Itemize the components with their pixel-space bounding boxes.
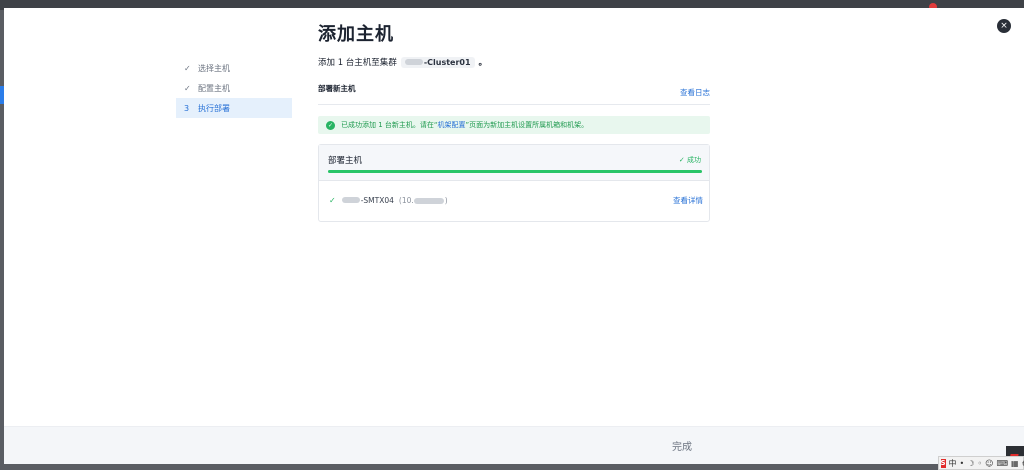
view-detail-link[interactable]: 查看详情: [673, 195, 703, 206]
rack-config-link[interactable]: 机架配置: [438, 120, 466, 130]
step-configure-host: ✓ 配置主机: [176, 78, 292, 98]
deploy-card-header: 部署主机 ✓ 成功: [319, 145, 709, 181]
emoji-icon[interactable]: ☺: [985, 459, 993, 468]
progress-bar: [328, 170, 702, 173]
status-text: 成功: [687, 156, 701, 164]
check-icon: ✓: [678, 156, 685, 164]
view-log-link[interactable]: 查看日志: [680, 87, 710, 98]
step-number: 3: [184, 103, 190, 113]
banner-text-before: 已成功添加 1 台新主机。请在“: [341, 121, 438, 129]
add-host-modal: × ✓ 选择主机 ✓ 配置主机 3 执行部署 添加主机 添加 1 台主机至集群 …: [4, 8, 1024, 464]
redacted-text: [341, 197, 360, 203]
deploy-card-title: 部署主机: [328, 156, 363, 166]
status-badge: ✓ 成功: [679, 155, 701, 165]
success-banner: ✓ 已成功添加 1 台新主机。请在“ 机架配置 ”页面为新加主机设置所属机箱和机…: [318, 116, 710, 134]
step-select-host: ✓ 选择主机: [176, 58, 292, 78]
page-subtitle: 添加 1 台主机至集群 -Cluster01 。: [318, 56, 487, 68]
step-label: 配置主机: [198, 83, 230, 93]
page-title: 添加主机: [318, 24, 394, 45]
banner-text-after: ”页面为新加主机设置所属机箱和机架。: [465, 121, 589, 129]
step-execute-deploy: 3 执行部署: [176, 98, 292, 118]
section-divider: [318, 104, 710, 105]
keyboard-icon[interactable]: ⌨: [997, 459, 1009, 468]
done-button[interactable]: 完成: [672, 438, 692, 453]
host-row: ✓ -SMTX04 (10.) 查看详情: [329, 193, 703, 207]
check-icon: ✓: [329, 195, 336, 205]
check-icon: ✓: [184, 83, 191, 93]
tray-item-width[interactable]: ◦: [977, 459, 982, 468]
close-button[interactable]: ×: [997, 19, 1011, 33]
host-name: -SMTX04: [360, 195, 394, 205]
check-icon: ✓: [184, 63, 191, 73]
check-circle-icon: ✓: [326, 120, 335, 130]
redacted-text: [413, 197, 444, 204]
sogou-icon[interactable]: S: [940, 458, 946, 468]
grid-icon[interactable]: ▦: [1011, 459, 1019, 468]
progress-fill: [328, 170, 702, 173]
step-label: 执行部署: [198, 103, 230, 113]
moon-icon[interactable]: ☽: [967, 459, 974, 468]
ime-toolbar: S 中 • ☽ ◦ ☺ ⌨ ▦ ⚙ ▣: [938, 456, 1024, 470]
step-label: 选择主机: [198, 63, 230, 73]
section-label: 部署新主机: [318, 84, 356, 93]
tray-item-punctuation[interactable]: •: [960, 459, 965, 468]
host-ip: (10.): [399, 196, 448, 205]
deploy-card: 部署主机 ✓ 成功 ✓ -SMTX04 (10.) 查看详情: [318, 144, 710, 222]
host-ip-prefix: (10.: [398, 195, 414, 205]
wizard-steps: ✓ 选择主机 ✓ 配置主机 3 执行部署: [176, 58, 292, 118]
cluster-name: -Cluster01: [400, 56, 475, 68]
host-ip-suffix: ): [444, 195, 448, 205]
language-toggle[interactable]: 中: [949, 458, 957, 469]
subtitle-prefix: 添加 1 台主机至集群: [318, 58, 397, 68]
modal-footer: 完成: [4, 426, 1024, 464]
subtitle-suffix: 。: [478, 58, 488, 68]
redacted-text: [404, 59, 423, 65]
cluster-name-text: -Cluster01: [423, 57, 471, 67]
